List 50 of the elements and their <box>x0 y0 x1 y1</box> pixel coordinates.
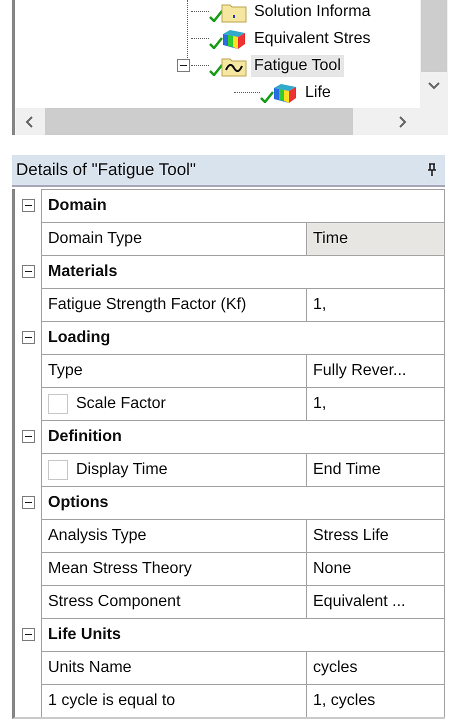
checkbox[interactable] <box>48 394 68 414</box>
tree-item[interactable]: Equivalent Stres <box>251 28 374 50</box>
property-label: Fatigue Strength Factor (Kf) <box>48 296 246 314</box>
tree-item[interactable]: Life <box>302 82 334 104</box>
property-label: Scale Factor <box>76 395 166 413</box>
property-label: Display Time <box>76 461 168 479</box>
collapse-icon[interactable] <box>22 265 34 278</box>
chevron-left-icon[interactable] <box>25 116 33 128</box>
property-label: 1 cycle is equal to <box>48 692 176 710</box>
property-value[interactable]: Fully Rever... <box>307 354 445 387</box>
check-icon <box>209 64 223 76</box>
property-value[interactable]: Equivalent ... <box>307 585 445 618</box>
colored-cube-icon <box>272 82 298 104</box>
property-value[interactable]: None <box>307 552 445 585</box>
collapse-icon[interactable] <box>22 628 34 641</box>
panel-title: Details of "Fatigue Tool" <box>16 160 196 180</box>
property-value[interactable]: Time <box>307 222 445 255</box>
collapse-icon[interactable] <box>177 59 190 72</box>
property-value[interactable]: 1, <box>307 387 445 420</box>
vertical-scrollbar[interactable] <box>420 0 448 108</box>
chevron-right-icon[interactable] <box>399 116 407 128</box>
category-header: Life Units <box>41 618 445 651</box>
property-label: Mean Stress Theory <box>48 560 192 578</box>
pin-icon[interactable] <box>427 163 437 177</box>
collapse-icon[interactable] <box>22 430 34 443</box>
property-label: Analysis Type <box>48 527 146 545</box>
property-value[interactable]: Stress Life <box>307 519 445 552</box>
category-header: Loading <box>41 321 445 354</box>
category-header: Materials <box>41 255 445 288</box>
property-label: Units Name <box>48 659 132 677</box>
tree-item[interactable]: Solution Informa <box>251 0 374 22</box>
tree-item[interactable]: Fatigue Tool <box>251 54 344 76</box>
collapse-icon[interactable] <box>22 331 34 344</box>
category-header: Definition <box>41 420 445 453</box>
property-value[interactable]: 1, <box>307 288 445 321</box>
check-icon <box>209 10 223 22</box>
checkbox[interactable] <box>48 460 68 480</box>
category-header: Options <box>41 486 445 519</box>
collapse-icon[interactable] <box>22 199 34 212</box>
chevron-down-icon[interactable] <box>428 82 440 90</box>
property-value[interactable]: cycles <box>307 651 445 684</box>
property-value[interactable]: 1, cycles <box>307 684 445 717</box>
property-label: Domain Type <box>48 230 142 248</box>
property-label: Stress Component <box>48 593 181 611</box>
check-icon <box>260 90 274 102</box>
collapse-icon[interactable] <box>22 496 34 509</box>
check-icon <box>209 36 223 48</box>
property-value[interactable]: End Time <box>307 453 445 486</box>
colored-cube-icon <box>221 28 247 50</box>
property-label: Type <box>48 362 83 380</box>
